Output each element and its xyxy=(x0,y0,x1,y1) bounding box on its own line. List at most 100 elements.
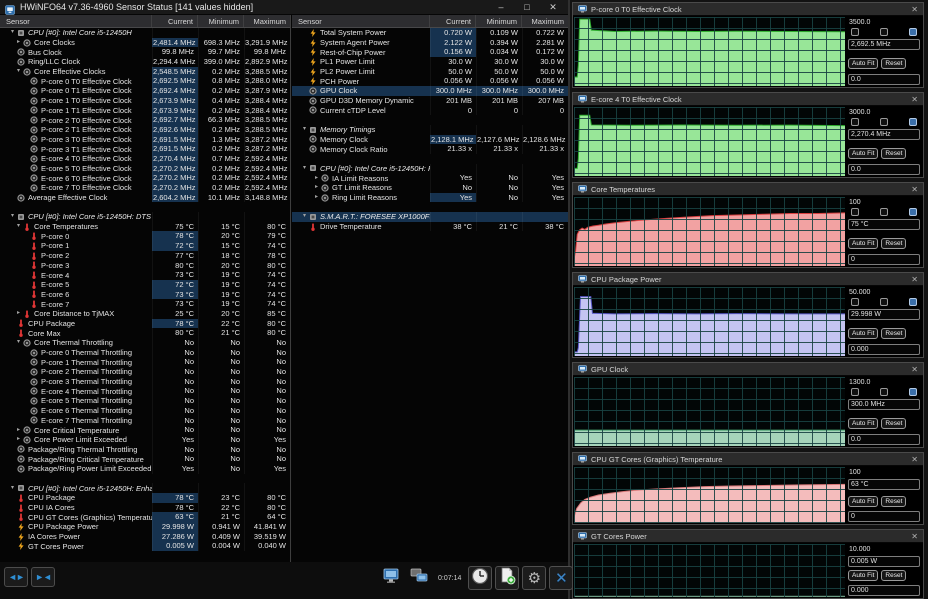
sensor-row[interactable]: P-core 1 T1 Effective Clock 2,673.9 MHz 0.… xyxy=(0,105,290,116)
graph-close-icon[interactable]: ✕ xyxy=(911,93,918,106)
graph-checkbox[interactable] xyxy=(880,208,888,216)
sensor-row[interactable]: CPU Package 78 °C 22 °C 80 °C xyxy=(0,318,290,329)
logging-clock-button[interactable] xyxy=(468,566,493,590)
collapse-columns-button[interactable]: ►◄ xyxy=(31,567,55,587)
sensor-row[interactable]: PL1 Power Limit 30.0 W 30.0 W 30.0 W xyxy=(292,57,568,67)
graph-close-icon[interactable]: ✕ xyxy=(911,3,918,16)
sensor-row[interactable]: Current cTDP Level 0 0 0 xyxy=(292,105,568,116)
graph-titlebar[interactable]: CPU Package Power ✕ xyxy=(573,273,923,286)
chevron-down-icon[interactable]: ▾ xyxy=(300,125,309,134)
sensor-row[interactable]: ▸ GT Limit Reasons No No Yes xyxy=(292,183,568,193)
graph-checkbox[interactable] xyxy=(851,298,859,306)
graph-checkbox[interactable] xyxy=(880,28,888,36)
sensor-row[interactable]: ▾ Core Temperatures 75 °C 15 °C 80 °C xyxy=(0,221,290,232)
column-header-minimum[interactable]: Minimum xyxy=(198,15,244,27)
sensor-row[interactable]: Drive Temperature 38 °C 21 °C 38 °C xyxy=(292,221,568,232)
auto-fit-button[interactable]: Auto Fit xyxy=(848,417,879,429)
chevron-down-icon[interactable]: ▾ xyxy=(14,67,23,76)
graph-checkbox[interactable] xyxy=(880,298,888,306)
sensor-row[interactable]: P-core 3 T1 Effective Clock 2,691.5 MHz 0.… xyxy=(0,144,290,154)
sensor-row[interactable]: ▾ Core Thermal Throttling No No No xyxy=(0,338,290,348)
sensor-row[interactable]: Ring/LLC Clock 2,294.4 MHz 399.0 MHz 2,892.… xyxy=(0,57,290,67)
sensor-row[interactable]: ▸ Core Distance to TjMAX 25 °C 20 °C 85 °C xyxy=(0,308,290,319)
chevron-right-icon[interactable]: ▸ xyxy=(312,183,321,192)
reset-button[interactable]: Reset xyxy=(881,495,907,507)
reset-button[interactable]: Reset xyxy=(881,237,907,249)
reset-button[interactable]: Reset xyxy=(881,570,907,582)
graph-titlebar[interactable]: GPU Clock ✕ xyxy=(573,363,923,376)
settings-button[interactable]: ⚙ xyxy=(522,566,547,590)
auto-fit-button[interactable]: Auto Fit xyxy=(848,237,879,249)
sensor-row[interactable]: P-core 1 Thermal Throttling No No No xyxy=(0,357,290,368)
sensor-row[interactable]: Bus Clock 99.8 MHz 99.7 MHz 99.8 MHz xyxy=(0,47,290,58)
graph-checkbox[interactable] xyxy=(909,388,917,396)
sensor-row[interactable]: ▸ Ring Limit Reasons Yes No Yes xyxy=(292,192,568,203)
graph-close-icon[interactable]: ✕ xyxy=(911,363,918,376)
graph-close-icon[interactable]: ✕ xyxy=(911,453,918,466)
column-header-minimum[interactable]: Minimum xyxy=(476,15,522,27)
sensor-row[interactable]: IA Cores Power 27.286 W 0.409 W 39.519 W xyxy=(0,531,290,542)
section-header-row[interactable]: ▾ CPU [#0]: Intel Core i5-12450H: Perform… xyxy=(292,163,568,174)
chevron-right-icon[interactable]: ▸ xyxy=(14,426,23,435)
auto-fit-button[interactable]: Auto Fit xyxy=(848,327,879,339)
graph-checkbox[interactable] xyxy=(851,208,859,216)
graph-close-icon[interactable]: ✕ xyxy=(911,183,918,196)
chevron-right-icon[interactable]: ▸ xyxy=(14,435,23,444)
reset-button[interactable]: Reset xyxy=(881,57,907,69)
chevron-down-icon[interactable]: ▾ xyxy=(300,212,309,221)
report-button[interactable] xyxy=(495,566,520,590)
sensor-row[interactable]: P-core 0 78 °C 20 °C 79 °C xyxy=(0,231,290,242)
sensor-row[interactable]: CPU Package Power 29.998 W 0.941 W 41.841 W xyxy=(0,522,290,532)
graph-checkbox[interactable] xyxy=(909,208,917,216)
sensor-row[interactable]: E-core 5 T0 Effective Clock 2,270.2 MHz 0.… xyxy=(0,163,290,174)
graph-checkbox[interactable] xyxy=(851,388,859,396)
section-header-row[interactable]: ▾ S.M.A.R.T.: FORESEE XP1000F512G (NE80..… xyxy=(292,212,568,222)
sensor-row[interactable]: E-core 5 72 °C 19 °C 74 °C xyxy=(0,279,290,290)
sensor-row[interactable]: GPU D3D Memory Dynamic 201 MB 201 MB 207 MB xyxy=(292,95,568,106)
sensor-row[interactable]: ▸ Core Critical Temperature No No No xyxy=(0,425,290,435)
expand-columns-button[interactable]: ◄► xyxy=(4,567,28,587)
maximize-button[interactable]: □ xyxy=(514,0,540,14)
auto-fit-button[interactable]: Auto Fit xyxy=(848,495,879,507)
chevron-down-icon[interactable]: ▾ xyxy=(8,484,17,493)
column-header-current[interactable]: Current xyxy=(152,15,198,27)
section-header-row[interactable]: ▾ Memory Timings xyxy=(292,124,568,135)
sensor-monitor-button[interactable] xyxy=(380,566,404,590)
column-header-maximum[interactable]: Maximum xyxy=(244,15,290,27)
column-header-maximum[interactable]: Maximum xyxy=(522,15,568,27)
window-titlebar[interactable]: HWiNFO64 v7.36-4960 Sensor Status [141 v… xyxy=(0,0,568,15)
auto-fit-button[interactable]: Auto Fit xyxy=(848,147,879,159)
sensor-row[interactable]: Package/Ring Thermal Throttling No No No xyxy=(0,444,290,455)
chevron-right-icon[interactable]: ▸ xyxy=(312,193,321,202)
chevron-right-icon[interactable]: ▸ xyxy=(312,174,321,183)
sensor-row[interactable]: GT Cores Power 0.005 W 0.004 W 0.040 W xyxy=(0,541,290,552)
sensor-row[interactable]: E-core 4 73 °C 19 °C 74 °C xyxy=(0,270,290,280)
chevron-down-icon[interactable]: ▾ xyxy=(8,212,17,221)
sensor-row[interactable]: ▸ Core Power Limit Exceeded Yes No Yes xyxy=(0,434,290,445)
sensor-row[interactable]: E-core 7 73 °C 19 °C 74 °C xyxy=(0,299,290,309)
sensor-row[interactable]: E-core 7 Thermal Throttling No No No xyxy=(0,415,290,426)
sensor-row[interactable]: CPU Package 78 °C 23 °C 80 °C xyxy=(0,493,290,503)
sensor-row[interactable]: E-core 7 T0 Effective Clock 2,270.2 MHz 0.… xyxy=(0,183,290,193)
sensor-row[interactable]: E-core 4 Thermal Throttling No No No xyxy=(0,386,290,397)
graph-close-icon[interactable]: ✕ xyxy=(911,273,918,286)
sensor-row[interactable]: P-core 0 T1 Effective Clock 2,692.4 MHz 0.… xyxy=(0,86,290,96)
sensor-row[interactable]: CPU IA Cores 78 °C 22 °C 80 °C xyxy=(0,502,290,513)
sensor-row[interactable]: Package/Ring Power Limit Exceeded Yes No Ye… xyxy=(0,463,290,474)
reset-button[interactable]: Reset xyxy=(881,417,907,429)
sensor-row[interactable]: E-core 4 T0 Effective Clock 2,270.4 MHz 0.… xyxy=(0,153,290,164)
sensor-row[interactable]: Total System Power 0.720 W 0.109 W 0.722 W xyxy=(292,28,568,38)
sensor-row[interactable]: P-core 0 T0 Effective Clock 2,692.5 MHz 0.… xyxy=(0,76,290,87)
column-header-sensor[interactable]: Sensor xyxy=(0,15,152,27)
graph-checkbox[interactable] xyxy=(909,298,917,306)
close-sensors-button[interactable]: ✕ xyxy=(549,566,574,590)
graph-titlebar[interactable]: P-core 0 T0 Effective Clock ✕ xyxy=(573,3,923,16)
sensor-row[interactable]: Rest-of-Chip Power 0.156 W 0.034 W 0.172 W xyxy=(292,47,568,58)
column-header-current[interactable]: Current xyxy=(430,15,476,27)
graph-checkbox[interactable] xyxy=(909,28,917,36)
sensor-row[interactable]: ▾ Core Effective Clocks 2,548.5 MHz 0.2 MHz… xyxy=(0,66,290,77)
sensor-row[interactable]: ▸ Core Clocks 2,481.4 MHz 698.3 MHz 3,291.9 … xyxy=(0,37,290,48)
sensor-row[interactable]: P-core 2 T1 Effective Clock 2,692.6 MHz 0.… xyxy=(0,124,290,135)
sensor-row[interactable]: P-core 2 T0 Effective Clock 2,692.7 MHz 66… xyxy=(0,115,290,125)
graph-close-icon[interactable]: ✕ xyxy=(911,530,918,543)
